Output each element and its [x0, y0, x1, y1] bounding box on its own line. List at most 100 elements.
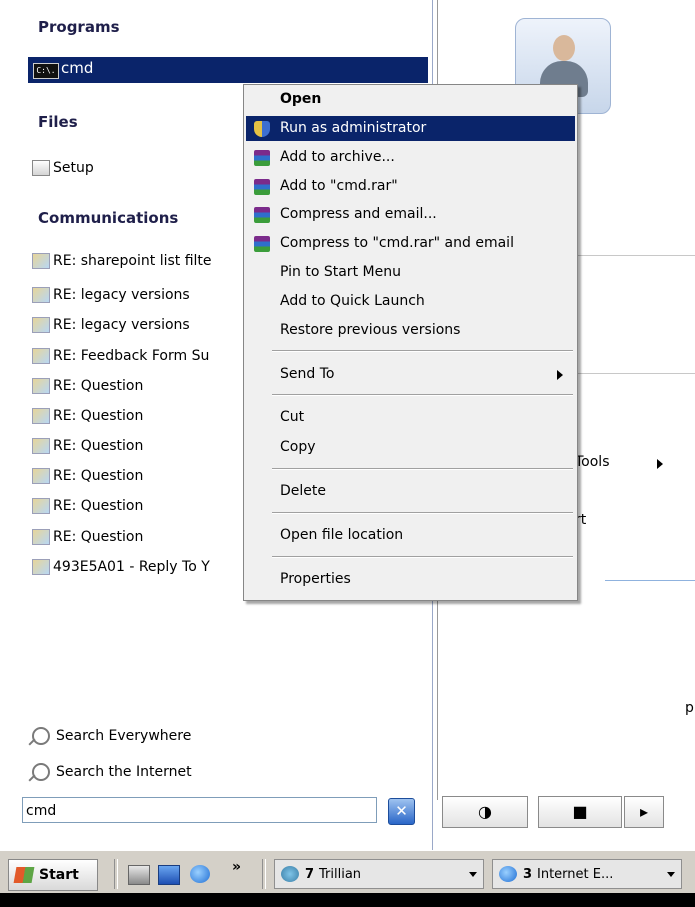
- communications-header: Communications: [38, 209, 179, 227]
- menu-item-open-file-location[interactable]: Open file location: [246, 523, 575, 548]
- communication-label: RE: legacy versions: [53, 317, 190, 333]
- clear-search-button[interactable]: ✕: [388, 798, 415, 825]
- right-pane-text-fragment: p: [685, 700, 694, 716]
- programs-header: Programs: [38, 18, 120, 36]
- quick-launch-separator: [114, 859, 118, 889]
- menu-item-label: Copy: [280, 439, 316, 455]
- setup-icon: [32, 160, 50, 176]
- search-internet-link[interactable]: Search the Internet: [32, 761, 192, 783]
- menu-item-label: Open: [280, 91, 322, 107]
- taskbar: Start » 7 Trillian 3 Internet E...: [0, 850, 695, 893]
- mail-icon: [32, 498, 50, 514]
- winrar-icon: [254, 179, 270, 195]
- internet-explorer-icon[interactable]: [190, 865, 210, 883]
- taskbar-button-trillian[interactable]: 7 Trillian: [274, 859, 484, 889]
- menu-item-restore-previous-versions[interactable]: Restore previous versions: [246, 318, 575, 343]
- menu-item-label: Add to Quick Launch: [280, 293, 425, 309]
- menu-item-label: Open file location: [280, 527, 404, 543]
- arrow-right-icon: ▸: [639, 802, 649, 821]
- mail-icon: [32, 317, 50, 333]
- communication-item[interactable]: RE: Question: [32, 465, 143, 487]
- communication-item[interactable]: RE: Feedback Form Su: [32, 345, 209, 367]
- menu-item-add-to-quick-launch[interactable]: Add to Quick Launch: [246, 289, 575, 314]
- menu-separator: [272, 468, 573, 470]
- communication-label: RE: sharepoint list filte: [53, 253, 212, 269]
- communication-label: RE: Question: [53, 529, 144, 545]
- context-menu: Open Run as administrator Add to archive…: [243, 84, 578, 601]
- search-everywhere-label: Search Everywhere: [56, 728, 192, 744]
- communication-item[interactable]: RE: Question: [32, 526, 143, 548]
- task-count: 7: [305, 867, 315, 882]
- menu-item-pin-to-start-menu[interactable]: Pin to Start Menu: [246, 260, 575, 285]
- menu-item-compress-to-cmd-rar-and-email[interactable]: Compress to "cmd.rar" and email: [246, 231, 575, 256]
- communication-item[interactable]: RE: legacy versions: [32, 284, 190, 306]
- power-button[interactable]: ◑: [442, 796, 528, 828]
- menu-item-compress-and-email[interactable]: Compress and email...: [246, 202, 575, 227]
- submenu-arrow-icon: [657, 459, 663, 469]
- menu-item-run-as-administrator[interactable]: Run as administrator: [246, 116, 575, 141]
- menu-item-add-to-cmd-rar[interactable]: Add to "cmd.rar": [246, 174, 575, 199]
- menu-item-label: Add to "cmd.rar": [280, 178, 398, 194]
- search-icon: [32, 763, 50, 781]
- taskbar-button-internet-explorer[interactable]: 3 Internet E...: [492, 859, 682, 889]
- winrar-icon: [254, 207, 270, 223]
- communication-label: RE: Question: [53, 378, 144, 394]
- communication-label: 493E5A01 - Reply To Y: [53, 559, 210, 575]
- search-everywhere-link[interactable]: Search Everywhere: [32, 725, 191, 747]
- menu-item-delete[interactable]: Delete: [246, 479, 575, 504]
- search-icon: [32, 727, 50, 745]
- show-desktop-icon[interactable]: [158, 865, 180, 885]
- menu-item-label: Cut: [280, 409, 305, 425]
- quick-launch-chevron[interactable]: »: [232, 859, 241, 875]
- communication-label: RE: Question: [53, 498, 144, 514]
- communication-label: RE: legacy versions: [53, 287, 190, 303]
- menu-item-label: Compress to "cmd.rar" and email: [280, 235, 514, 251]
- mail-icon: [32, 438, 50, 454]
- menu-item-copy[interactable]: Copy: [246, 435, 575, 460]
- communication-label: RE: Question: [53, 468, 144, 484]
- communication-item[interactable]: RE: Question: [32, 375, 143, 397]
- task-label: Internet E...: [537, 867, 614, 882]
- avatar-head-icon: [553, 35, 575, 61]
- communication-item[interactable]: RE: Question: [32, 495, 143, 517]
- mail-icon: [32, 253, 50, 269]
- menu-item-add-to-archive[interactable]: Add to archive...: [246, 145, 575, 170]
- menu-item-label: Pin to Start Menu: [280, 264, 401, 280]
- menu-separator: [272, 556, 573, 558]
- cmd-program-item[interactable]: C:\. cmd: [28, 57, 428, 83]
- mail-icon: [32, 529, 50, 545]
- administrative-tools-item[interactable]: Tools: [575, 454, 610, 470]
- file-item-setup[interactable]: Setup: [32, 157, 94, 179]
- menu-item-label: Restore previous versions: [280, 322, 461, 338]
- uac-shield-icon: [254, 121, 270, 137]
- communication-item[interactable]: RE: Question: [32, 435, 143, 457]
- start-search-input[interactable]: cmd: [22, 797, 377, 823]
- cmd-icon: C:\.: [33, 63, 59, 79]
- shutdown-options-button[interactable]: ▸: [624, 796, 664, 828]
- start-button[interactable]: Start: [8, 859, 98, 891]
- internet-explorer-icon: [499, 866, 517, 882]
- task-count: 3: [523, 867, 533, 882]
- trillian-icon: [281, 866, 299, 882]
- chevron-down-icon: [667, 872, 675, 877]
- menu-item-open[interactable]: Open: [246, 87, 575, 112]
- communication-item[interactable]: RE: legacy versions: [32, 314, 190, 336]
- cmd-label: cmd: [61, 59, 94, 77]
- task-label: Trillian: [319, 867, 362, 882]
- menu-item-send-to[interactable]: Send To: [246, 362, 575, 387]
- lock-button[interactable]: ■: [538, 796, 622, 828]
- menu-item-label: Properties: [280, 571, 351, 587]
- communication-item[interactable]: RE: sharepoint list filte: [32, 250, 212, 272]
- mail-icon: [32, 378, 50, 394]
- communication-item[interactable]: 493E5A01 - Reply To Y: [32, 556, 210, 578]
- windows-logo-icon: [13, 867, 35, 883]
- quick-launch-separator: [262, 859, 266, 889]
- communication-label: RE: Question: [53, 438, 144, 454]
- menu-separator: [272, 350, 573, 352]
- communication-item[interactable]: RE: Question: [32, 405, 143, 427]
- server-manager-icon[interactable]: [128, 865, 150, 885]
- menu-item-cut[interactable]: Cut: [246, 405, 575, 430]
- mail-icon: [32, 468, 50, 484]
- menu-item-properties[interactable]: Properties: [246, 567, 575, 592]
- menu-item-label: Compress and email...: [280, 206, 437, 222]
